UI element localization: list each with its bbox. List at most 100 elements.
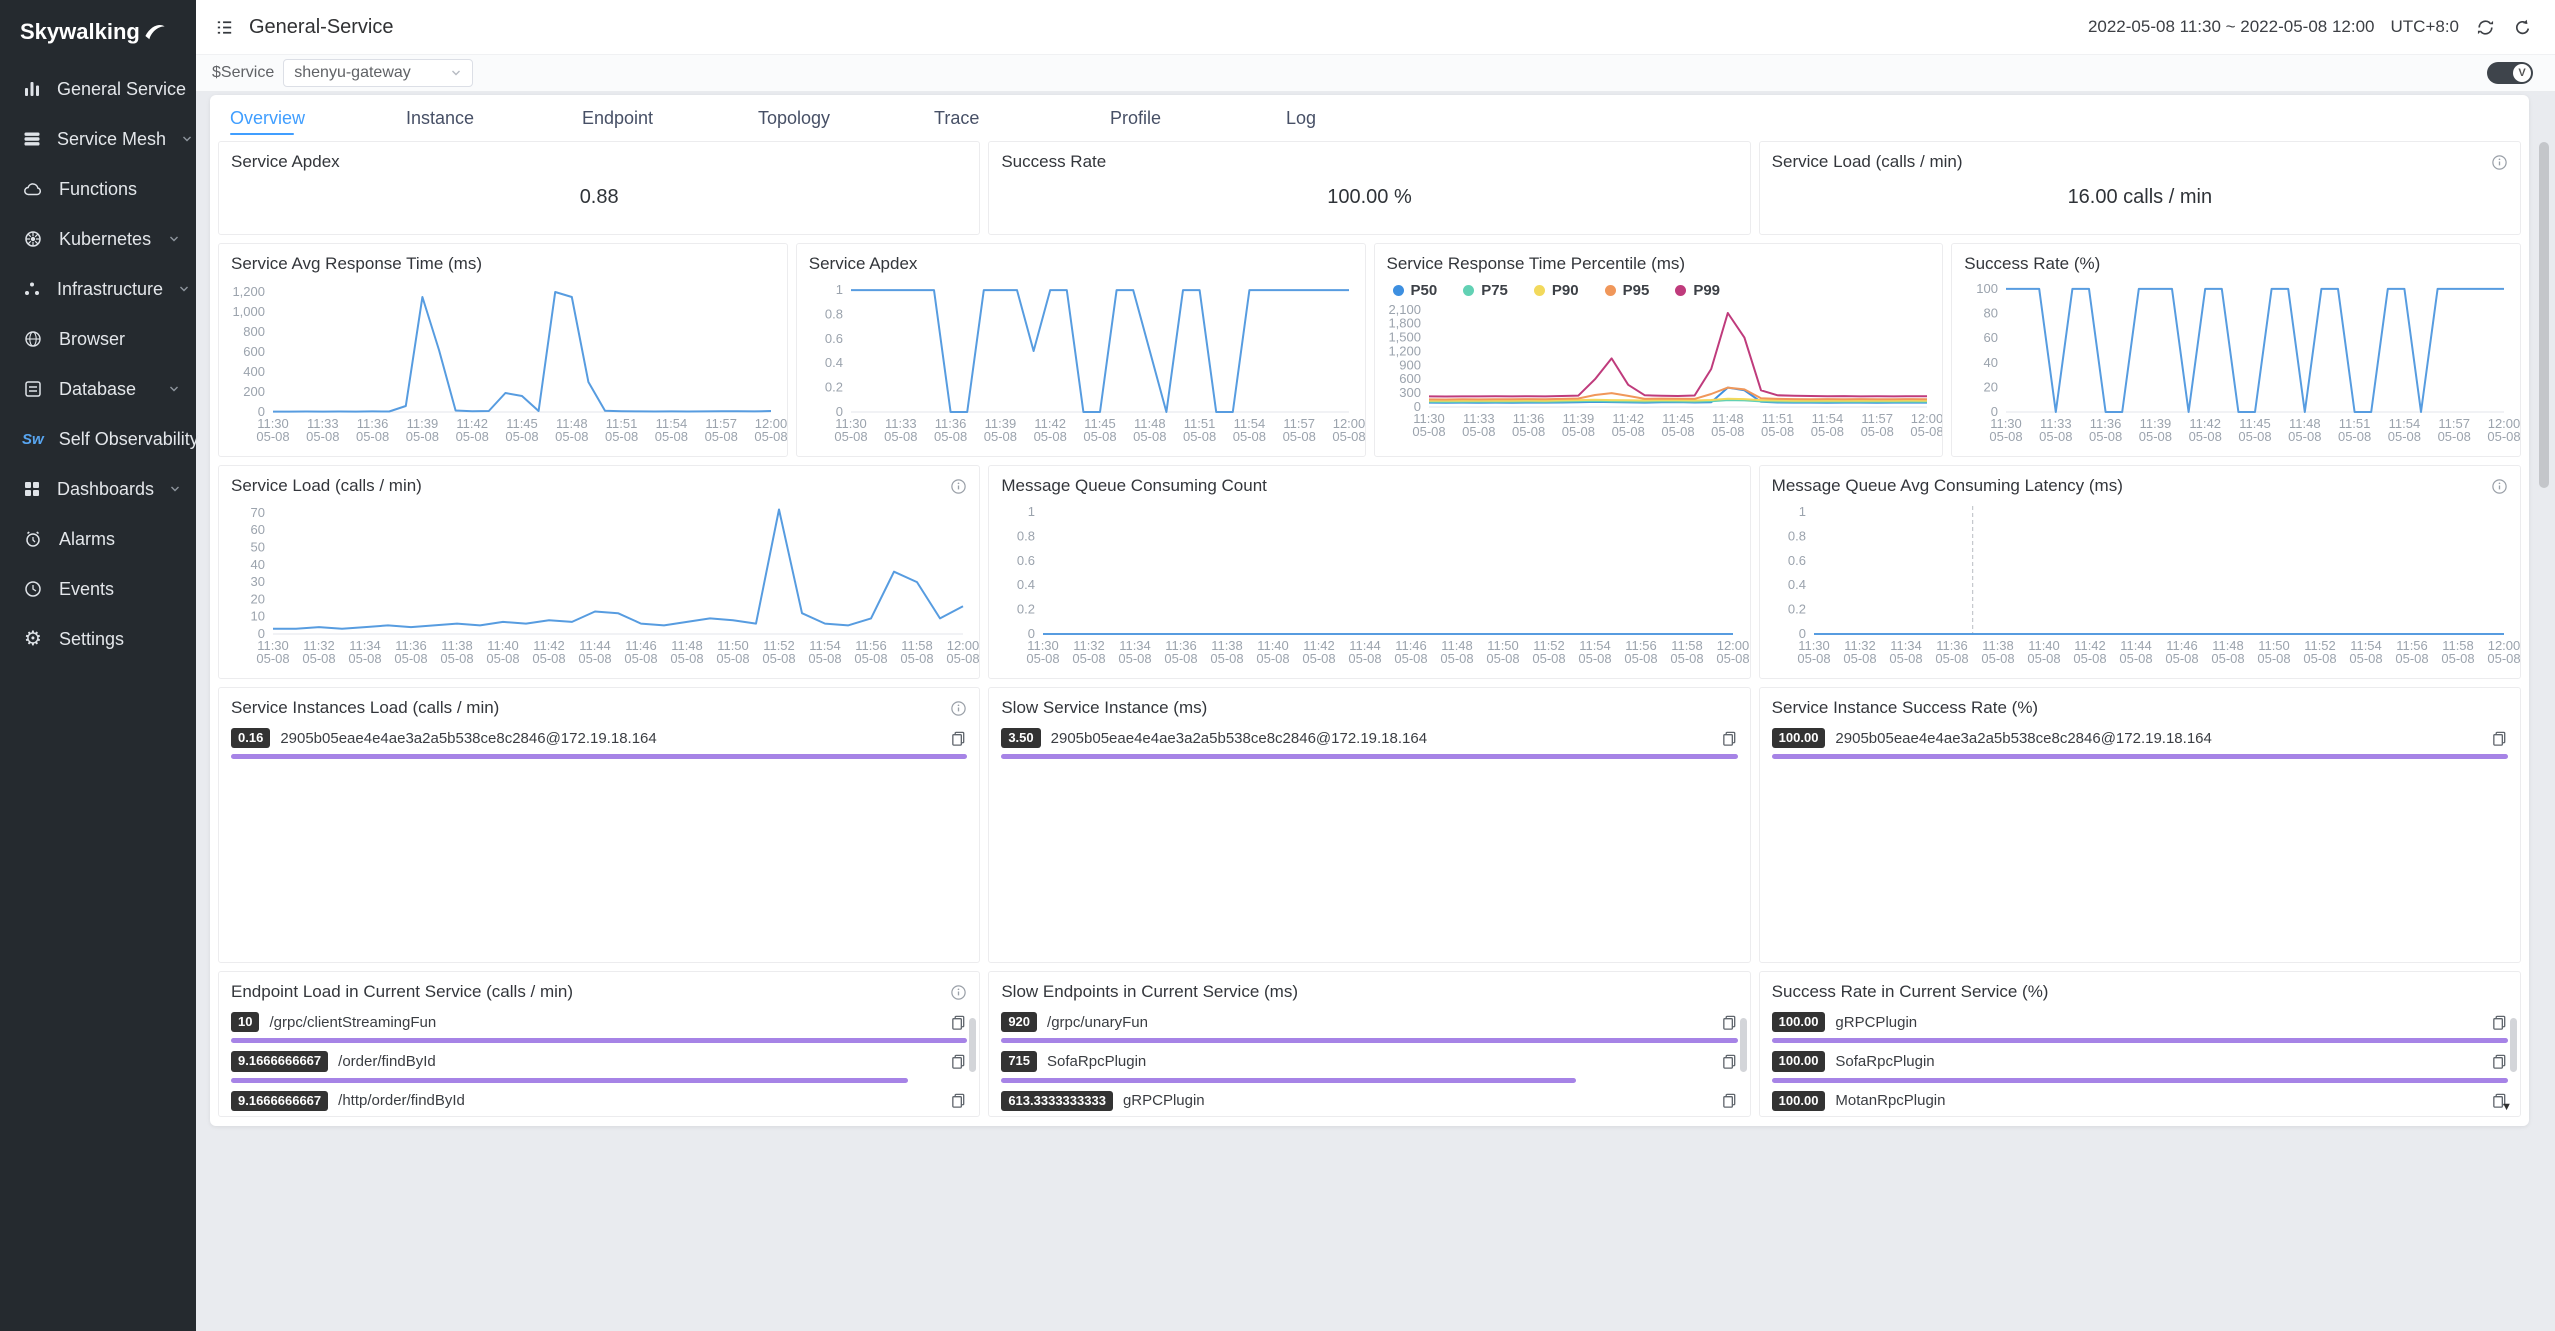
widget-title: Slow Endpoints in Current Service (ms) [1001, 982, 1298, 1002]
copy-icon[interactable] [950, 1053, 967, 1070]
svg-text:0.6: 0.6 [1788, 553, 1806, 568]
list-item[interactable]: 100.00 MotanRpcPlugin [1760, 1083, 2520, 1117]
line-chart[interactable]: 10.80.60.40.2011:3005-0811:3205-0811:340… [989, 498, 1749, 666]
list-item[interactable]: 100.00 gRPCPlugin [1760, 1004, 2520, 1043]
legend-dot [1605, 285, 1616, 296]
mode-toggle[interactable]: V [2487, 62, 2533, 84]
info-icon[interactable] [950, 700, 967, 717]
sidebar-item-browser[interactable]: Browser [0, 314, 196, 364]
widget-title: Message Queue Consuming Count [1001, 476, 1267, 496]
copy-icon[interactable] [2491, 730, 2508, 747]
legend-item[interactable]: P99 [1675, 282, 1720, 299]
sidebar-item-settings[interactable]: ⚙ Settings [0, 614, 196, 664]
tab-instance[interactable]: Instance [406, 95, 582, 141]
tab-endpoint[interactable]: Endpoint [582, 95, 758, 141]
list-item[interactable]: 10 /grpc/clientStreamingFun [219, 1004, 979, 1043]
legend-item[interactable]: P90 [1534, 282, 1579, 299]
info-icon[interactable] [950, 478, 967, 495]
svg-text:05-08: 05-08 [1611, 424, 1644, 439]
svg-text:100: 100 [1977, 281, 1999, 296]
svg-text:05-08: 05-08 [2089, 429, 2122, 444]
chevron-down-icon [169, 483, 181, 495]
copy-icon[interactable] [2491, 1014, 2508, 1031]
app-logo[interactable]: Skywalking [0, 0, 196, 64]
info-icon[interactable] [950, 984, 967, 1001]
info-icon[interactable] [2491, 478, 2508, 495]
svg-text:05-08: 05-08 [505, 429, 538, 444]
sidebar-item-database[interactable]: Database [0, 364, 196, 414]
copy-icon[interactable] [2491, 1053, 2508, 1070]
svg-text:05-08: 05-08 [1487, 651, 1520, 666]
list-item[interactable]: 613.3333333333 gRPCPlugin [989, 1083, 1749, 1117]
list-item[interactable]: 100.00 SofaRpcPlugin [1760, 1043, 2520, 1082]
svg-text:05-08: 05-08 [1533, 651, 1566, 666]
tab-trace[interactable]: Trace [934, 95, 1110, 141]
sidebar-item-kubernetes[interactable]: Kubernetes [0, 214, 196, 264]
cluster-dots-icon [22, 278, 42, 300]
sidebar-item-self-observability[interactable]: Sw Self Observability [0, 414, 196, 464]
widget-title: Success Rate in Current Service (%) [1772, 982, 2049, 1002]
sidebar-item-events[interactable]: Events [0, 564, 196, 614]
sidebar-item-general-service[interactable]: General Service [0, 64, 196, 114]
copy-icon[interactable] [1721, 730, 1738, 747]
sidebar-item-infrastructure[interactable]: Infrastructure [0, 264, 196, 314]
list-item[interactable]: 920 /grpc/unaryFun [989, 1004, 1749, 1043]
time-range-picker[interactable]: 2022-05-08 11:30 ~ 2022-05-08 12:00 [2088, 17, 2375, 37]
copy-icon[interactable] [950, 1014, 967, 1031]
svg-text:2,100: 2,100 [1388, 302, 1421, 317]
line-chart[interactable]: 2,1001,8001,5001,200900600300011:3005-08… [1375, 299, 1943, 439]
sidebar-item-service-mesh[interactable]: Service Mesh [0, 114, 196, 164]
scrollbar-thumb[interactable] [969, 1018, 976, 1072]
list-item[interactable]: 0.16 2905b05eae4e4ae3a2a5b538ce8c2846@17… [219, 720, 979, 759]
service-select[interactable]: shenyu-gateway [283, 59, 473, 87]
page-scrollbar-thumb[interactable] [2539, 142, 2549, 488]
svg-text:05-08: 05-08 [1797, 651, 1830, 666]
copy-icon[interactable] [1721, 1014, 1738, 1031]
list-item[interactable]: 3.50 2905b05eae4e4ae3a2a5b538ce8c2846@17… [989, 720, 1749, 759]
svg-text:1: 1 [836, 282, 843, 297]
svg-text:0.2: 0.2 [825, 380, 843, 395]
svg-text:05-08: 05-08 [2165, 651, 2198, 666]
scroll-down-icon[interactable]: ▼ [2501, 1101, 2512, 1113]
tab-log[interactable]: Log [1286, 95, 1462, 141]
svg-text:400: 400 [243, 364, 265, 379]
legend-item[interactable]: P75 [1463, 282, 1508, 299]
copy-icon[interactable] [950, 1092, 967, 1109]
tab-profile[interactable]: Profile [1110, 95, 1286, 141]
list-item[interactable]: 9.1666666667 /http/order/findById [219, 1083, 979, 1117]
svg-text:05-08: 05-08 [2488, 429, 2521, 444]
scrollbar-thumb[interactable] [1740, 1018, 1747, 1072]
legend-dot [1393, 285, 1404, 296]
info-icon[interactable] [2491, 154, 2508, 171]
line-chart[interactable]: 10.80.60.40.2011:3005-0811:3305-0811:360… [797, 276, 1365, 444]
service-filter-label: $Service [212, 64, 274, 82]
legend-item[interactable]: P50 [1393, 282, 1438, 299]
widget-title: Service Apdex [231, 152, 340, 172]
copy-icon[interactable] [950, 730, 967, 747]
tab-topology[interactable]: Topology [758, 95, 934, 141]
widget-title: Endpoint Load in Current Service (calls … [231, 982, 573, 1002]
list-item[interactable]: 100.00 2905b05eae4e4ae3a2a5b538ce8c2846@… [1760, 720, 2520, 759]
value-badge: 613.3333333333 [1001, 1091, 1113, 1111]
value-badge: 100.00 [1772, 728, 1826, 748]
list-item[interactable]: 715 SofaRpcPlugin [989, 1043, 1749, 1082]
sidebar-item-dashboards[interactable]: Dashboards [0, 464, 196, 514]
svg-text:0.2: 0.2 [1788, 602, 1806, 617]
sidebar-collapse-icon[interactable] [214, 17, 235, 38]
tab-overview[interactable]: Overview [230, 95, 406, 141]
list-item[interactable]: 9.1666666667 /order/findById [219, 1043, 979, 1082]
sidebar-item-alarms[interactable]: Alarms [0, 514, 196, 564]
scrollbar-thumb[interactable] [2510, 1018, 2517, 1072]
legend-item[interactable]: P95 [1605, 282, 1650, 299]
line-chart[interactable]: 10080604020011:3005-0811:3305-0811:3605-… [1952, 276, 2520, 444]
widget-service-load-chart: Service Load (calls / min) 7060504030201… [218, 465, 980, 679]
sidebar-item-functions[interactable]: Functions [0, 164, 196, 214]
copy-icon[interactable] [1721, 1092, 1738, 1109]
copy-icon[interactable] [1721, 1053, 1738, 1070]
widget-title: Service Instances Load (calls / min) [231, 698, 499, 718]
line-chart[interactable]: 1,2001,000800600400200011:3005-0811:3305… [219, 276, 787, 444]
auto-refresh-icon[interactable] [2475, 17, 2496, 38]
line-chart[interactable]: 10.80.60.40.2011:3005-0811:3205-0811:340… [1760, 498, 2520, 666]
line-chart[interactable]: 70605040302010011:3005-0811:3205-0811:34… [219, 498, 979, 666]
refresh-icon[interactable] [2512, 17, 2533, 38]
